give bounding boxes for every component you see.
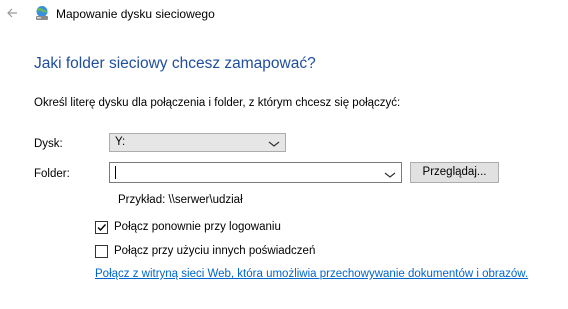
drive-letter-select[interactable]: Y: bbox=[109, 133, 286, 152]
reconnect-checkbox[interactable] bbox=[95, 221, 108, 234]
window-title: Mapowanie dysku sieciowego bbox=[56, 7, 215, 21]
instruction-text: Określ literę dysku dla połączenia i fol… bbox=[34, 97, 401, 109]
chevron-down-icon bbox=[268, 138, 280, 148]
folder-input[interactable] bbox=[109, 162, 402, 183]
reconnect-label[interactable]: Połącz ponownie przy logowaniu bbox=[114, 220, 281, 234]
back-arrow-icon[interactable] bbox=[6, 7, 18, 19]
browse-button[interactable]: Przeglądaj... bbox=[410, 162, 499, 183]
other-credentials-label[interactable]: Połącz przy użyciu innych poświadczeń bbox=[114, 244, 315, 258]
web-storage-link[interactable]: Połącz z witryną sieci Web, która umożli… bbox=[95, 267, 528, 281]
network-drive-icon bbox=[34, 5, 50, 21]
checkmark-icon bbox=[97, 224, 107, 232]
drive-letter-value: Y: bbox=[115, 136, 126, 148]
drive-label: Dysk: bbox=[34, 138, 63, 150]
example-text: Przykład: \\serwer\udział bbox=[118, 194, 243, 206]
chevron-down-icon[interactable] bbox=[384, 168, 396, 178]
other-credentials-checkbox[interactable] bbox=[95, 245, 108, 258]
page-heading: Jaki folder sieciowy chcesz zamapować? bbox=[34, 55, 316, 72]
folder-label: Folder: bbox=[34, 168, 70, 180]
text-caret bbox=[115, 166, 116, 179]
